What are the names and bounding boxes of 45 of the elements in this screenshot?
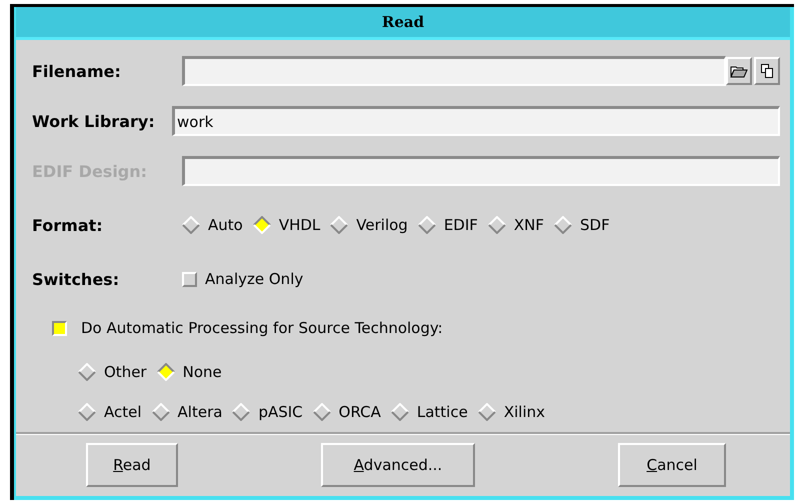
radio-button[interactable] — [182, 216, 200, 234]
browse-button[interactable] — [726, 57, 752, 85]
field-label: Work Library: — [32, 112, 156, 130]
copy-button[interactable] — [754, 57, 780, 85]
option-label[interactable]: EDIF — [444, 216, 478, 234]
checkbox[interactable] — [52, 320, 67, 336]
radio-button[interactable] — [554, 216, 572, 234]
radio-button[interactable] — [390, 403, 409, 421]
option-label[interactable]: None — [182, 363, 222, 381]
option-label[interactable]: pASIC — [258, 403, 303, 421]
option-label[interactable]: ORCA — [338, 403, 381, 421]
radio-button[interactable] — [252, 216, 271, 234]
radio-button[interactable] — [478, 403, 496, 421]
radio-button[interactable] — [152, 403, 170, 421]
option-label[interactable]: SDF — [580, 216, 610, 234]
option-label[interactable]: Verilog — [356, 216, 408, 234]
dialog-button[interactable]: Advanced... — [321, 443, 475, 487]
folder-icon — [730, 64, 748, 78]
radio-button[interactable] — [78, 363, 96, 381]
radio-button[interactable] — [488, 216, 506, 234]
option-label[interactable]: Other — [104, 363, 147, 381]
radio-button[interactable] — [418, 216, 436, 234]
radio-button[interactable] — [312, 403, 331, 421]
dialog-button[interactable]: Read — [86, 443, 178, 487]
option-label[interactable]: XNF — [514, 216, 544, 234]
dialog-button[interactable]: Cancel — [618, 443, 726, 487]
option-label[interactable]: Altera — [178, 403, 222, 421]
radio-button[interactable] — [232, 403, 250, 421]
input-field[interactable]: work — [172, 106, 780, 136]
radio-button[interactable] — [330, 216, 348, 234]
checkbox-label[interactable]: Do Automatic Processing for Source Technology: — [81, 319, 443, 337]
radio-button[interactable] — [78, 403, 96, 421]
field-label: Switches: — [32, 270, 120, 288]
checkbox-label[interactable]: Analyze Only — [205, 270, 304, 288]
radio-button[interactable] — [156, 363, 175, 381]
option-label[interactable]: Lattice — [416, 403, 468, 421]
field-label: Format: — [32, 216, 104, 234]
option-label[interactable]: Actel — [104, 403, 142, 421]
option-label[interactable]: Auto — [208, 216, 243, 234]
option-label[interactable]: Xilinx — [504, 403, 545, 421]
field-label: Filename: — [32, 62, 122, 80]
input-field[interactable] — [182, 56, 726, 86]
option-label[interactable]: VHDL — [278, 216, 320, 234]
copy-icon — [761, 64, 773, 78]
window-title: Read — [382, 13, 424, 31]
